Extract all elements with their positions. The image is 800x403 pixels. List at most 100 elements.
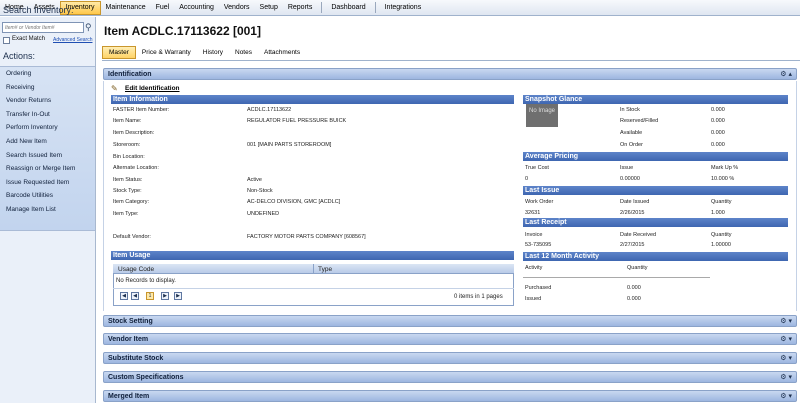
search-title: Search Inventory: bbox=[3, 5, 74, 15]
tab-notes[interactable]: Notes bbox=[229, 46, 258, 59]
activity-value: 0.000 bbox=[627, 296, 641, 302]
action-issue-requested[interactable]: Issue Requested Item bbox=[0, 176, 95, 190]
tab-attachments[interactable]: Attachments bbox=[258, 46, 306, 59]
field-label: Item Status: bbox=[113, 177, 143, 183]
activity-col: Quantity bbox=[627, 265, 648, 271]
snapshot-label: On Order bbox=[620, 142, 643, 148]
action-manage-item-list[interactable]: Manage Item List bbox=[0, 203, 95, 217]
edit-identification-link[interactable]: Edit Identification bbox=[125, 85, 180, 92]
tab-divider bbox=[102, 60, 800, 61]
last-receipt-header: Last Receipt bbox=[523, 218, 788, 227]
average-pricing-header: Average Pricing bbox=[523, 152, 788, 161]
menu-reports[interactable]: Reports bbox=[283, 1, 318, 15]
receipt-col: Date Received bbox=[620, 232, 657, 238]
menu-setup[interactable]: Setup bbox=[255, 1, 283, 15]
no-image-placeholder: No Image bbox=[526, 104, 558, 127]
field-value: ACDLC.17113622 bbox=[247, 107, 292, 113]
first-page-icon[interactable]: ◀ bbox=[120, 292, 128, 300]
last-page-icon[interactable]: ▶ bbox=[174, 292, 182, 300]
action-receiving[interactable]: Receiving bbox=[0, 81, 95, 95]
field-label: Default Vendor: bbox=[113, 234, 151, 240]
action-add-new-item[interactable]: Add New Item bbox=[0, 135, 95, 149]
col-usage-code[interactable]: Usage Code bbox=[118, 266, 154, 273]
field-value: 001 [MAIN PARTS STOREROOM] bbox=[247, 142, 332, 148]
tab-price-warranty[interactable]: Price & Warranty bbox=[136, 46, 197, 59]
section-identification-header[interactable]: Identification ⚙ ▴ bbox=[103, 68, 797, 80]
menu-vendors[interactable]: Vendors bbox=[219, 1, 255, 15]
snapshot-value: 0.000 bbox=[711, 130, 725, 136]
section-merged-item[interactable]: Merged Item ⚙ ▾ bbox=[103, 390, 797, 402]
exact-match-checkbox[interactable] bbox=[3, 37, 10, 44]
action-reassign-merge[interactable]: Reassign or Merge Item bbox=[0, 162, 95, 176]
pager-divider bbox=[113, 288, 514, 289]
top-menu-bar: Home Assets Inventory Maintenance Fuel A… bbox=[0, 0, 800, 16]
next-page-icon[interactable]: ▶ bbox=[161, 292, 169, 300]
action-search-issued-item[interactable]: Search Issued Item bbox=[0, 149, 95, 163]
field-value: REGULATOR FUEL PRESSURE BUICK bbox=[247, 118, 347, 124]
menu-maintenance[interactable]: Maintenance bbox=[101, 1, 151, 15]
field-label: Stock Type: bbox=[113, 188, 142, 194]
activity-value: 0.000 bbox=[627, 285, 641, 291]
search-icon[interactable]: ⚲ bbox=[85, 21, 95, 33]
receipt-value: 2/27/2015 bbox=[620, 242, 645, 248]
section-toggle-icon[interactable]: ⚙ ▾ bbox=[780, 373, 792, 383]
pricing-value: 0 bbox=[525, 176, 529, 182]
receipt-col: Quantity bbox=[711, 232, 732, 238]
field-value: AC-DELCO DIVISION, GMC [ACDLC] bbox=[247, 199, 341, 205]
activity-label: Issued bbox=[525, 296, 542, 302]
actions-title: Actions: bbox=[3, 51, 36, 61]
action-vendor-returns[interactable]: Vendor Returns bbox=[0, 94, 95, 108]
field-value: FACTORY MOTOR PARTS COMPANY [608567] bbox=[247, 234, 366, 240]
section-stock-setting[interactable]: Stock Setting ⚙ ▾ bbox=[103, 315, 797, 327]
tab-master[interactable]: Master bbox=[102, 46, 136, 59]
field-label: Item Description: bbox=[113, 130, 155, 136]
field-label: Item Category: bbox=[113, 199, 150, 205]
pricing-col: True Cost bbox=[525, 165, 549, 171]
pricing-value: 10.000 % bbox=[711, 176, 735, 182]
action-barcode-utilities[interactable]: Barcode Utilities bbox=[0, 189, 95, 203]
pricing-col: Mark Up % bbox=[711, 165, 739, 171]
field-label: Alternate Location: bbox=[113, 165, 159, 171]
menu-fuel[interactable]: Fuel bbox=[151, 1, 175, 15]
snapshot-label: Available bbox=[620, 130, 643, 136]
section-toggle-icon[interactable]: ⚙ ▾ bbox=[780, 317, 792, 327]
snapshot-label: Reserved/Filled bbox=[620, 118, 659, 124]
search-input[interactable] bbox=[2, 22, 84, 33]
section-toggle-icon[interactable]: ⚙ ▴ bbox=[780, 70, 792, 80]
section-toggle-icon[interactable]: ⚙ ▾ bbox=[780, 392, 792, 402]
last-issue-header: Last Issue bbox=[523, 186, 788, 195]
item-information-header: Item Information bbox=[111, 95, 514, 104]
menu-integrations[interactable]: Integrations bbox=[380, 1, 427, 15]
section-substitute-stock[interactable]: Substitute Stock ⚙ ▾ bbox=[103, 352, 797, 364]
col-divider bbox=[313, 264, 314, 274]
field-label: Storeroom: bbox=[113, 142, 141, 148]
items-info: 0 items in 1 pages bbox=[454, 294, 503, 300]
menu-accounting[interactable]: Accounting bbox=[174, 1, 219, 15]
section-vendor-item[interactable]: Vendor Item ⚙ ▾ bbox=[103, 333, 797, 345]
section-custom-specifications[interactable]: Custom Specifications ⚙ ▾ bbox=[103, 371, 797, 383]
menu-dashboard[interactable]: Dashboard bbox=[326, 1, 370, 15]
col-type[interactable]: Type bbox=[318, 266, 332, 273]
prev-page-icon[interactable]: ◀ bbox=[131, 292, 139, 300]
field-value: Active bbox=[247, 177, 262, 183]
snapshot-value: 0.000 bbox=[711, 107, 725, 113]
sub-tabs: Master Price & Warranty History Notes At… bbox=[102, 46, 306, 59]
activity-rule bbox=[523, 277, 710, 278]
section-toggle-icon[interactable]: ⚙ ▾ bbox=[780, 335, 792, 345]
field-value: UNDEFINED bbox=[247, 211, 280, 217]
receipt-value: 1.00000 bbox=[711, 242, 731, 248]
activity-header: Last 12 Month Activity bbox=[523, 252, 788, 261]
issue-col: Date Issued bbox=[620, 199, 650, 205]
section-title: Custom Specifications bbox=[108, 374, 184, 381]
empty-message: No Records to display. bbox=[116, 278, 176, 284]
action-transfer[interactable]: Transfer In-Out bbox=[0, 108, 95, 122]
action-perform-inventory[interactable]: Perform Inventory bbox=[0, 121, 95, 135]
tab-history[interactable]: History bbox=[197, 46, 229, 59]
field-label: Item Type: bbox=[113, 211, 139, 217]
section-title: Substitute Stock bbox=[108, 355, 164, 362]
page-number[interactable]: 1 bbox=[146, 292, 154, 300]
advanced-search-link[interactable]: Advanced Search bbox=[53, 37, 92, 43]
action-ordering[interactable]: Ordering bbox=[0, 67, 95, 81]
snapshot-label: In Stock bbox=[620, 107, 640, 113]
section-toggle-icon[interactable]: ⚙ ▾ bbox=[780, 354, 792, 364]
